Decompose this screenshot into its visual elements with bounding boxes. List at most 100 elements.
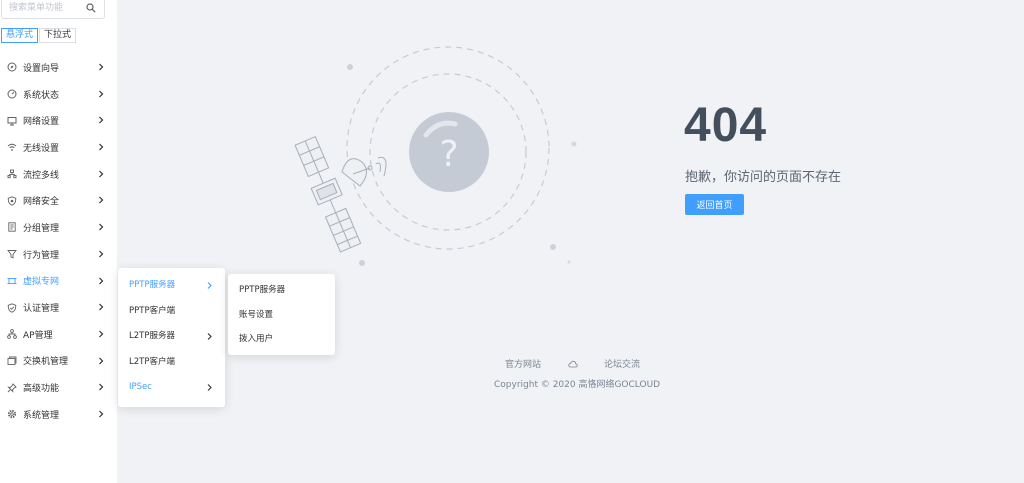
submenu-item-label: PPTP客户端 (129, 305, 176, 316)
back-home-button[interactable]: 返回首页 (685, 194, 744, 215)
menu-item-label: 系统状态 (23, 90, 60, 101)
flow-icon (7, 169, 17, 179)
vpn-submenu: PPTP服务器 PPTP客户端 L2TP服务器 L2TP客户端 IPSec (118, 268, 225, 407)
mode-floating-button[interactable]: 悬浮式 (1, 28, 39, 43)
decor-dot (571, 141, 577, 147)
menu-item-label: 网络安全 (23, 197, 60, 208)
menu-item-advanced-features[interactable]: 高级功能 (0, 374, 117, 401)
chevron-right-icon (99, 143, 104, 151)
menu-item-label: 行为管理 (23, 250, 60, 261)
menu-item-label: 流控多线 (23, 170, 60, 181)
pin-icon (7, 382, 17, 393)
menu-item-label: 交换机管理 (23, 357, 69, 368)
chevron-right-icon (99, 277, 104, 284)
menu-item-network-settings[interactable]: 网络设置 (0, 107, 117, 134)
official-site-link[interactable]: 官方网站 (505, 357, 541, 370)
submenu-item-pptp-server[interactable]: PPTP服务器 (118, 273, 225, 299)
submenu-item-l2tp-client[interactable]: L2TP客户端 (118, 350, 225, 376)
chevron-right-icon (99, 357, 104, 364)
menu-item-system-management[interactable]: 系统管理 (0, 401, 117, 428)
submenu-item-ipsec[interactable]: IPSec (118, 375, 225, 401)
chevron-right-icon (99, 223, 104, 231)
chevron-right-icon (207, 282, 212, 289)
search-box[interactable] (1, 0, 105, 19)
menu-item-vpn[interactable]: 虚拟专网 (0, 268, 117, 295)
mode-dropdown-button[interactable]: 下拉式 (39, 28, 77, 43)
submenu-item-label: 拨入用户 (239, 334, 274, 344)
dashboard-icon (7, 89, 17, 99)
copyright-text: Copyright © 2020 高恪网络GOCLOUD (494, 380, 661, 390)
menu-item-switch-management[interactable]: 交换机管理 (0, 348, 117, 375)
submenu-item-label: 账号设置 (239, 309, 274, 320)
submenu-item-label: L2TP服务器 (129, 331, 175, 341)
question-planet: ? (409, 112, 489, 192)
chevron-right-icon (99, 383, 104, 391)
chevron-right-icon (99, 330, 104, 338)
compass-icon (7, 62, 17, 72)
menu-item-label: 无线设置 (23, 143, 60, 154)
submenu-item-label: PPTP服务器 (239, 285, 286, 295)
submenu-item-dial-in-users[interactable]: 拨入用户 (228, 327, 335, 352)
menu-item-group-management[interactable]: 分组管理 (0, 214, 117, 241)
document-icon (8, 222, 16, 233)
menu-item-label: 分组管理 (23, 223, 60, 234)
chevron-right-icon (99, 250, 104, 258)
menu-item-label: 网络设置 (23, 117, 60, 128)
chevron-right-icon (99, 197, 104, 204)
chevron-right-icon (207, 384, 212, 391)
satellite-illustration: ? (294, 46, 577, 266)
submenu-item-pptp-client[interactable]: PPTP客户端 (118, 299, 225, 325)
menu-item-behavior-management[interactable]: 行为管理 (0, 241, 117, 268)
menu-item-ap-management[interactable]: AP管理 (0, 321, 117, 348)
forum-link[interactable]: 论坛交流 (604, 357, 640, 370)
chevron-right-icon (99, 170, 104, 178)
menu-item-label: 虚拟专网 (23, 277, 60, 288)
decor-dot (359, 260, 365, 266)
chevron-right-icon (99, 63, 104, 71)
menu-item-network-security[interactable]: 网络安全 (0, 187, 117, 214)
chevron-right-icon (99, 90, 104, 98)
menu-item-label: 高级功能 (23, 384, 60, 395)
submenu-item-label: PPTP服务器 (129, 280, 176, 290)
error-message: 抱歉，你访问的页面不存在 (685, 170, 842, 185)
satellite-drawing (294, 135, 387, 253)
error-code: 404 (684, 99, 768, 152)
menu-item-auth-management[interactable]: 认证管理 (0, 294, 117, 321)
submenu-item-pptp-server-settings[interactable]: PPTP服务器 (228, 278, 335, 303)
chevron-right-icon (207, 333, 212, 340)
submenu-item-label: L2TP客户端 (129, 356, 175, 367)
funnel-icon (7, 250, 17, 259)
gear-icon (7, 410, 17, 419)
menu-mode-toggle: 悬浮式 下拉式 (1, 28, 77, 43)
chevron-right-icon (99, 303, 104, 311)
footer-links: 官方网站 论坛交流 (505, 357, 640, 370)
menu-item-label: 系统管理 (23, 410, 60, 421)
search-icon[interactable] (86, 3, 96, 13)
switch-icon (7, 356, 17, 365)
menu-item-flow-control[interactable]: 流控多线 (0, 161, 117, 188)
decor-dot (550, 244, 556, 250)
menu-item-label: AP管理 (23, 330, 53, 341)
pptp-server-submenu: PPTP服务器 账号设置 拨入用户 (228, 274, 335, 355)
monitor-icon (7, 116, 17, 126)
sidebar: 悬浮式 下拉式 设置向导 系统状态 网络设置 无线设置 流控多线 (0, 0, 117, 483)
chevron-right-icon (99, 410, 104, 418)
submenu-item-account-settings[interactable]: 账号设置 (228, 303, 335, 328)
search-input[interactable] (2, 0, 82, 18)
submenu-item-label: IPSec (129, 382, 152, 392)
wifi-icon (7, 144, 17, 152)
topology-icon (7, 329, 17, 340)
menu-item-system-status[interactable]: 系统状态 (0, 81, 117, 108)
chevron-right-icon (99, 116, 104, 124)
menu-item-wireless-settings[interactable]: 无线设置 (0, 134, 117, 161)
menu-item-setup-wizard[interactable]: 设置向导 (0, 54, 117, 81)
decor-dot (347, 64, 353, 70)
question-mark-text: ? (439, 134, 458, 175)
menu-item-label: 认证管理 (23, 304, 60, 315)
submenu-item-l2tp-server[interactable]: L2TP服务器 (118, 324, 225, 350)
menu-item-label: 设置向导 (23, 63, 60, 74)
decor-dot (567, 260, 571, 264)
verified-shield-icon (7, 302, 17, 313)
cloud-icon (568, 360, 578, 367)
shield-icon (7, 196, 17, 206)
